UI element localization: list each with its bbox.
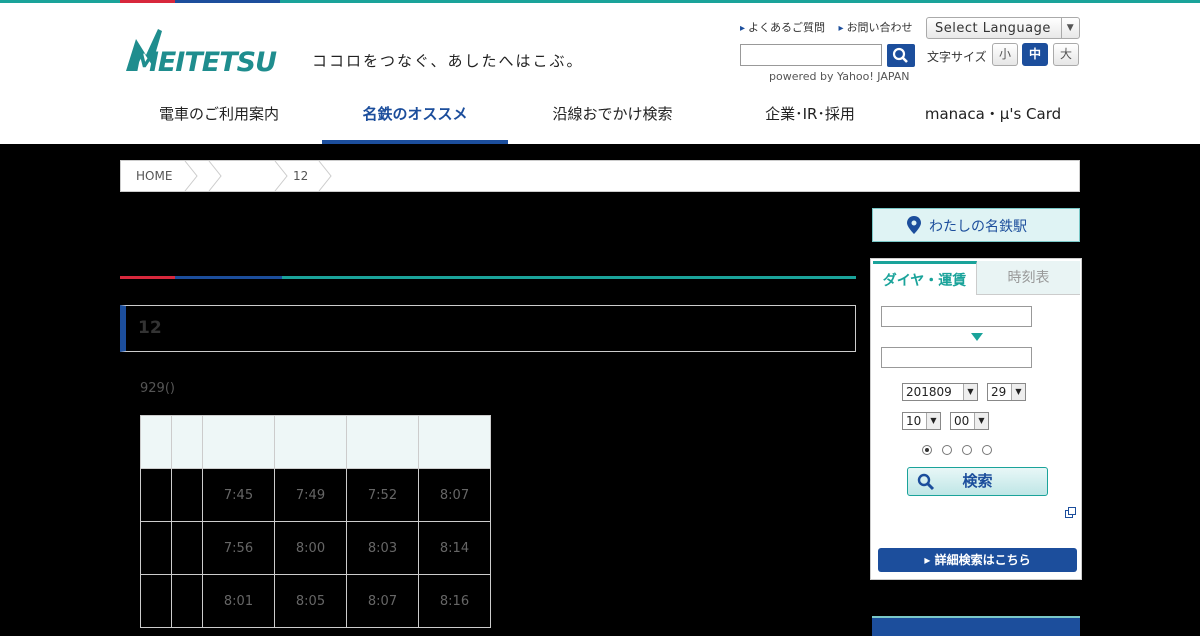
table-cell: 7:45 — [202, 468, 275, 522]
minute-select[interactable]: 00 ▼ — [950, 412, 989, 430]
font-size-label: 文字サイズ — [927, 50, 987, 64]
table-cell — [171, 574, 203, 628]
chevron-down-icon: ▼ — [926, 413, 940, 429]
site-search-input[interactable] — [740, 44, 882, 66]
hour-value: 10 — [906, 414, 922, 428]
table-cell — [140, 574, 172, 628]
route-search-button[interactable]: 検索 — [907, 467, 1048, 496]
font-size-medium-button[interactable]: 中 — [1022, 43, 1048, 66]
table-cell: 7:52 — [346, 468, 419, 522]
meitetsu-logo[interactable]: MEITETSU — [124, 25, 300, 78]
table-header-cell — [171, 415, 203, 469]
time-type-radio[interactable] — [922, 445, 932, 455]
arrival-station-input[interactable] — [881, 347, 1032, 368]
table-cell: 7:56 — [202, 521, 275, 575]
table-cell: 8:03 — [346, 521, 419, 575]
my-station-label: わたしの名鉄駅 — [929, 219, 1027, 235]
chevron-right-icon — [274, 161, 288, 191]
external-window-icon[interactable] — [1065, 507, 1076, 518]
day-select[interactable]: 29 ▼ — [987, 383, 1026, 401]
table-row: 7:56 8:00 8:03 8:14 — [140, 521, 491, 575]
table-cell: 8:07 — [346, 574, 419, 628]
table-cell: 8:00 — [274, 521, 347, 575]
year-month-value: 201809 — [906, 385, 952, 399]
search-icon — [917, 473, 935, 491]
tab-fare[interactable]: ダイヤ・運賃 — [873, 261, 977, 295]
departure-station-input[interactable] — [881, 306, 1032, 327]
contact-link[interactable]: お問い合わせ — [839, 21, 913, 34]
route-search-label: 検索 — [962, 472, 993, 490]
table-cell — [171, 468, 203, 522]
table-header-cell — [418, 415, 491, 469]
breadcrumb-current: 12 — [293, 169, 309, 183]
day-value: 29 — [991, 385, 1007, 399]
hour-select[interactable]: 10 ▼ — [902, 412, 941, 430]
table-header-cell — [346, 415, 419, 469]
nav-item-corporate[interactable]: 企業･IR･採用 — [720, 93, 900, 144]
section-heading: 12 — [120, 305, 856, 352]
chevron-down-icon: ▼ — [1011, 384, 1025, 400]
table-cell — [171, 521, 203, 575]
table-cell: 8:01 — [202, 574, 275, 628]
chevron-down-icon: ▼ — [974, 413, 988, 429]
language-select[interactable]: Select Language ▼ — [926, 17, 1080, 39]
chevron-down-icon: ▼ — [963, 384, 977, 400]
time-type-radio[interactable] — [982, 445, 992, 455]
chevron-down-icon: ▼ — [1061, 18, 1079, 38]
minute-value: 00 — [954, 414, 970, 428]
global-nav: 電車のご利用案内 名鉄のオススメ 沿線おでかけ検索 企業･IR･採用 manac… — [120, 93, 1080, 144]
table-header-row — [140, 415, 491, 469]
table-cell: 8:14 — [418, 521, 491, 575]
time-type-radio[interactable] — [942, 445, 952, 455]
map-pin-icon — [907, 216, 921, 234]
chevron-right-icon — [318, 161, 332, 191]
chevron-right-icon — [208, 161, 222, 191]
tab-timetable[interactable]: 時刻表 — [977, 261, 1080, 295]
search-icon — [892, 47, 908, 63]
faq-link[interactable]: よくあるご質問 — [740, 21, 825, 34]
search-powered-by: powered by Yahoo! JAPAN — [769, 70, 910, 83]
chevron-right-icon: ▸ — [924, 553, 935, 567]
date-note: 929() — [140, 381, 175, 396]
breadcrumb: HOME 12 — [120, 160, 1080, 192]
detail-search-label: 詳細検索はこちら — [934, 553, 1031, 567]
table-cell — [140, 521, 172, 575]
detail-search-button[interactable]: ▸ 詳細検索はこちら — [878, 548, 1077, 572]
utility-links: よくあるご質問 お問い合わせ — [740, 19, 923, 35]
table-cell: 8:05 — [274, 574, 347, 628]
table-row: 8:01 8:05 8:07 8:16 — [140, 574, 491, 628]
site-header: MEITETSU ココロをつなぐ、あしたへはこぶ。 よくあるご質問 お問い合わせ… — [0, 3, 1200, 144]
title-underline — [120, 276, 856, 279]
table-cell: 8:16 — [418, 574, 491, 628]
nav-item-train-guide[interactable]: 電車のご利用案内 — [120, 93, 318, 144]
arrow-down-icon — [971, 333, 983, 341]
nav-item-recommended[interactable]: 名鉄のオススメ — [322, 93, 508, 144]
logo-text: MEITETSU — [132, 47, 277, 78]
year-month-select[interactable]: 201809 ▼ — [902, 383, 978, 401]
table-header-cell — [202, 415, 275, 469]
table-cell: 8:07 — [418, 468, 491, 522]
font-size-small-button[interactable]: 小 — [992, 43, 1018, 66]
nav-item-manaca[interactable]: manaca・μ's Card — [906, 93, 1080, 144]
route-search-panel: ダイヤ・運賃 時刻表 201809 ▼ 29 ▼ 10 ▼ 00 ▼ 検索 ▸ 詳細検索… — [870, 258, 1082, 580]
search-button[interactable] — [887, 44, 915, 67]
chevron-right-icon — [184, 161, 198, 191]
table-row: 7:45 7:49 7:52 8:07 — [140, 468, 491, 522]
breadcrumb-home[interactable]: HOME — [136, 169, 172, 183]
table-cell — [140, 468, 172, 522]
my-station-button[interactable]: わたしの名鉄駅 — [872, 208, 1080, 242]
nav-item-outing-search[interactable]: 沿線おでかけ検索 — [515, 93, 710, 144]
font-size-large-button[interactable]: 大 — [1053, 43, 1079, 66]
table-header-cell — [140, 415, 172, 469]
language-label: Select Language — [935, 21, 1051, 36]
table-header-cell — [274, 415, 347, 469]
timetable: 7:45 7:49 7:52 8:07 7:56 8:00 8:03 8:14 … — [140, 415, 491, 628]
tagline: ココロをつなぐ、あしたへはこぶ。 — [312, 52, 584, 70]
time-type-radio[interactable] — [962, 445, 972, 455]
sidebar-banner[interactable] — [872, 616, 1080, 636]
table-cell: 7:49 — [274, 468, 347, 522]
